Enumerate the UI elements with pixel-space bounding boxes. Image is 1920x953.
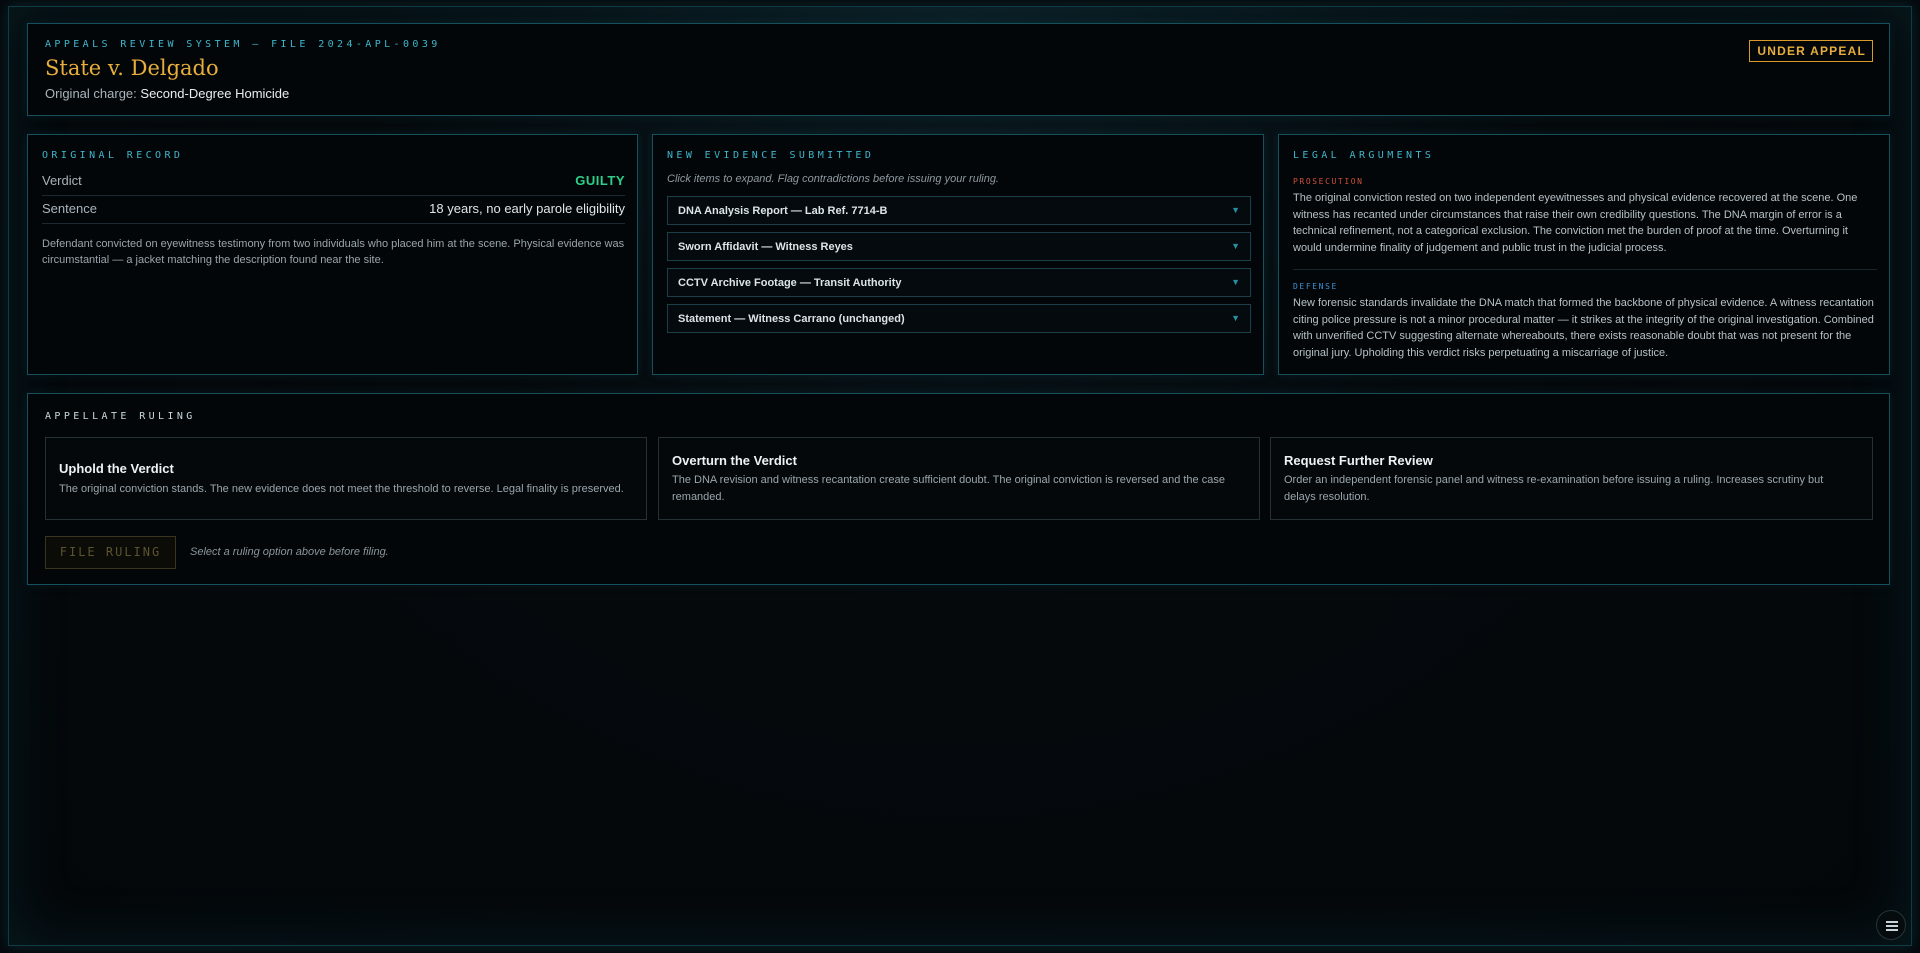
record-note: Defendant convicted on eyewitness testim…	[42, 238, 625, 266]
evidence-item-affidavit-reyes[interactable]: Sworn Affidavit — Witness Reyes ▼	[667, 232, 1251, 261]
evidence-item-label: DNA Analysis Report — Lab Ref. 7714-B	[678, 205, 888, 217]
evidence-item-dna-report[interactable]: DNA Analysis Report — Lab Ref. 7714-B ▼	[667, 196, 1251, 225]
charge-value: Second-Degree Homicide	[140, 86, 290, 101]
ruling-option-further-review[interactable]: Request Further Review Order an independ…	[1270, 437, 1873, 520]
chevron-down-icon: ▼	[1231, 277, 1240, 287]
ruling-option-title: Overturn the Verdict	[672, 453, 797, 468]
menu-bar	[1886, 921, 1898, 923]
argument-divider	[1293, 269, 1877, 270]
appellate-ruling-panel: APPELLATE RULING Uphold the Verdict The …	[27, 393, 1890, 585]
evidence-item-cctv-footage[interactable]: CCTV Archive Footage — Transit Authority…	[667, 268, 1251, 297]
prosecution-argument: The original conviction rested on two in…	[1293, 192, 1858, 254]
defense-argument: New forensic standards invalidate the DN…	[1293, 297, 1874, 359]
ruling-option-desc: The DNA revision and witness recantation…	[672, 474, 1225, 503]
ruling-option-uphold[interactable]: Uphold the Verdict The original convicti…	[45, 437, 647, 520]
menu-bar	[1886, 925, 1898, 927]
new-evidence-panel: NEW EVIDENCE SUBMITTED Click items to ex…	[652, 134, 1264, 375]
ruling-option-title: Request Further Review	[1284, 453, 1433, 468]
legal-arguments-title: LEGAL ARGUMENTS	[1293, 150, 1435, 161]
record-row-label: Verdict	[42, 173, 82, 188]
record-row-verdict: Verdict GUILTY	[42, 168, 625, 196]
menu-bar	[1886, 929, 1898, 931]
original-record-panel: ORIGINAL RECORD Verdict GUILTY Sentence …	[27, 134, 638, 375]
evidence-item-statement-carrano[interactable]: Statement — Witness Carrano (unchanged) …	[667, 304, 1251, 333]
defense-label: DEFENSE	[1293, 282, 1338, 291]
legal-arguments-panel: LEGAL ARGUMENTS PROSECUTION The original…	[1278, 134, 1890, 375]
evidence-item-label: Statement — Witness Carrano (unchanged)	[678, 313, 905, 325]
case-title: State v. Delgado	[45, 56, 219, 80]
original-record-title: ORIGINAL RECORD	[42, 150, 184, 161]
ruling-option-desc: The original conviction stands. The new …	[59, 483, 624, 495]
file-ruling-hint: Select a ruling option above before fili…	[190, 546, 389, 558]
sentence-value: 18 years, no early parole eligibility	[429, 201, 625, 216]
charge-label: Original charge:	[45, 86, 137, 101]
chevron-down-icon: ▼	[1231, 313, 1240, 323]
status-badge: UNDER APPEAL	[1749, 40, 1873, 62]
chevron-down-icon: ▼	[1231, 205, 1240, 215]
record-row-label: Sentence	[42, 201, 97, 216]
ruling-option-desc: Order an independent forensic panel and …	[1284, 474, 1824, 503]
original-charge: Original charge: Second-Degree Homicide	[45, 86, 289, 101]
file-ruling-button[interactable]: FILE RULING	[45, 536, 176, 569]
evidence-hint: Click items to expand. Flag contradictio…	[667, 173, 999, 185]
system-label: APPEALS REVIEW SYSTEM — FILE 2024-APL-00…	[45, 39, 441, 50]
ruling-option-title: Uphold the Verdict	[59, 461, 174, 476]
prosecution-label: PROSECUTION	[1293, 177, 1364, 186]
ruling-option-overturn[interactable]: Overturn the Verdict The DNA revision an…	[658, 437, 1260, 520]
case-header: APPEALS REVIEW SYSTEM — FILE 2024-APL-00…	[27, 23, 1890, 116]
record-row-sentence: Sentence 18 years, no early parole eligi…	[42, 196, 625, 224]
evidence-item-label: CCTV Archive Footage — Transit Authority	[678, 277, 902, 289]
hamburger-menu-icon[interactable]	[1876, 910, 1906, 940]
verdict-value: GUILTY	[575, 173, 625, 188]
appellate-ruling-title: APPELLATE RULING	[45, 411, 196, 422]
evidence-item-label: Sworn Affidavit — Witness Reyes	[678, 241, 853, 253]
new-evidence-title: NEW EVIDENCE SUBMITTED	[667, 150, 875, 161]
chevron-down-icon: ▼	[1231, 241, 1240, 251]
